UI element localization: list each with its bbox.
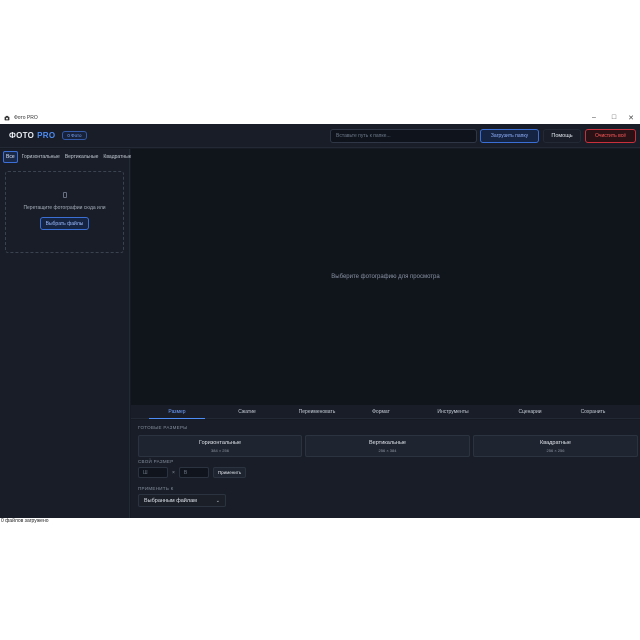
preset-size: 384 × 256	[211, 447, 229, 453]
preset-name: Вертикальные	[369, 439, 406, 446]
tab-tools[interactable]: Инструменты	[429, 405, 477, 419]
app-window: ФОТОPRO 0 Фото Загрузить папку Помощь Оч…	[0, 124, 640, 518]
logo-main-text: ФОТО	[9, 131, 35, 140]
file-drop-zone[interactable]: Перетащите фотографии сюда или Выбрать ф…	[5, 171, 124, 253]
apply-to-select[interactable]: Выбранным файлам ⌄	[138, 494, 226, 507]
preset-vertical[interactable]: Вертикальные 256 × 384	[305, 435, 470, 457]
custom-size-label: СВОЙ РАЗМЕР	[138, 459, 174, 464]
tab-save[interactable]: Сохранить	[571, 405, 615, 419]
window-titlebar: Фото PRO – □ ✕	[0, 111, 640, 124]
file-icon	[62, 192, 67, 198]
preset-name: Квадратные	[540, 439, 571, 446]
apply-to-label: ПРИМЕНИТЬ К	[138, 486, 174, 491]
status-bar: 0 файлов загружено	[0, 518, 640, 525]
width-input[interactable]	[138, 467, 168, 478]
camera-icon	[4, 115, 10, 121]
folder-path-input[interactable]	[330, 129, 477, 143]
filter-tab-horizontal[interactable]: Горизонтальные	[22, 154, 60, 160]
presets-section-label: ГОТОВЫЕ РАЗМЕРЫ	[138, 425, 188, 430]
apply-to-value: Выбранным файлам	[144, 497, 197, 504]
preview-empty-text: Выберите фотографию для просмотра	[331, 274, 440, 280]
drop-zone-text: Перетащите фотографии сюда или	[23, 205, 106, 211]
help-button[interactable]: Помощь	[543, 129, 581, 143]
preset-horizontal[interactable]: Горизонтальные 384 × 256	[138, 435, 302, 457]
window-title: Фото PRO	[14, 114, 38, 121]
tab-resize[interactable]: Размер	[149, 405, 205, 419]
preset-size: 256 × 384	[378, 447, 397, 453]
app-logo: ФОТО PRO	[9, 131, 55, 140]
height-input[interactable]	[178, 467, 209, 478]
close-window-button[interactable]: ✕	[622, 111, 640, 124]
times-symbol: ×	[172, 469, 175, 476]
preset-square[interactable]: Квадратные 256 × 256	[473, 435, 638, 457]
apply-size-button[interactable]: Применить	[212, 467, 247, 478]
filter-tab-vertical[interactable]: Вертикальные	[65, 154, 99, 160]
photo-count-badge: 0 Фото	[62, 131, 87, 140]
resize-panel: ГОТОВЫЕ РАЗМЕРЫ Горизонтальные 384 × 256…	[131, 420, 640, 518]
choose-files-button[interactable]: Выбрать файлы	[39, 217, 90, 230]
tool-tabs: Размер Сжатие Переименовать Формат Инстр…	[131, 405, 640, 419]
chevron-down-icon: ⌄	[215, 497, 220, 504]
preset-size: 256 × 256	[546, 447, 565, 453]
filter-tab-square[interactable]: Квадратные	[103, 154, 131, 160]
page: Фото PRO – □ ✕ ФОТОPRO 0 Фото Загрузить …	[0, 0, 640, 640]
photo-preview-area: Выберите фотографию для просмотра	[131, 149, 640, 405]
preset-name: Горизонтальные	[199, 439, 241, 446]
tab-compress[interactable]: Сжатие	[229, 405, 265, 419]
logo-accent-text: PRO	[37, 131, 56, 140]
tab-rename[interactable]: Переименовать	[291, 405, 343, 419]
filter-tab-all[interactable]: Все	[3, 151, 18, 163]
clear-all-button[interactable]: Очистить всё	[585, 129, 636, 143]
minimize-button[interactable]: –	[583, 111, 605, 124]
orientation-filter-tabs: Все Горизонтальные Вертикальные Квадратн…	[0, 149, 132, 165]
load-folder-button[interactable]: Загрузить папку	[480, 129, 539, 143]
sidebar: Все Горизонтальные Вертикальные Квадратн…	[0, 149, 132, 518]
custom-size-row: × Применить	[138, 467, 247, 478]
tab-scripts[interactable]: Сценарии	[509, 405, 551, 419]
tab-format[interactable]: Формат	[363, 405, 399, 419]
app-header: ФОТОPRO 0 Фото Загрузить папку Помощь Оч…	[0, 124, 640, 148]
